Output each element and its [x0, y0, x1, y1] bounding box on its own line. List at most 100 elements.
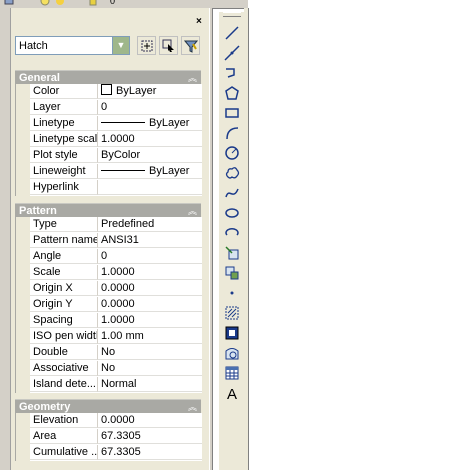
property-value[interactable]: ByColor: [98, 148, 202, 163]
property-row[interactable]: Type Predefined: [16, 217, 202, 233]
property-key: Spacing: [30, 313, 98, 328]
construction-line-icon[interactable]: [222, 44, 242, 63]
arc-icon[interactable]: [222, 124, 242, 143]
property-key: Double: [30, 345, 98, 360]
select-objects-button[interactable]: [159, 36, 178, 55]
property-row[interactable]: Linetype scale 1.0000: [16, 132, 202, 148]
region-icon[interactable]: [222, 344, 242, 363]
section-header-geometry[interactable]: Geometry ︽: [15, 399, 201, 413]
property-row[interactable]: Spacing 1.0000: [16, 313, 202, 329]
collapse-icon[interactable]: ︽: [188, 400, 197, 413]
property-value[interactable]: Predefined: [98, 217, 202, 232]
property-row[interactable]: Angle 0: [16, 249, 202, 265]
sun-icon[interactable]: [55, 0, 65, 6]
multiline-text-icon[interactable]: A: [222, 386, 242, 405]
property-key: Color: [30, 84, 98, 99]
line-icon[interactable]: [222, 24, 242, 43]
property-value-text: ByLayer: [149, 117, 190, 129]
property-value[interactable]: [98, 180, 202, 195]
property-row[interactable]: Origin Y 0.0000: [16, 297, 202, 313]
property-row[interactable]: Layer 0: [16, 100, 202, 116]
property-value[interactable]: 1.0000: [98, 265, 202, 280]
property-key: Island dete...: [30, 377, 98, 392]
section-header-general[interactable]: General ︽: [15, 70, 201, 84]
chevron-down-icon[interactable]: ▼: [112, 37, 129, 54]
property-value[interactable]: 0: [98, 100, 202, 115]
spline-icon[interactable]: [222, 184, 242, 203]
table-icon[interactable]: [222, 364, 242, 383]
palette-splitter[interactable]: [209, 8, 213, 470]
property-value[interactable]: ANSI31: [98, 233, 202, 248]
select-objects-icon: [162, 39, 174, 52]
collapse-icon[interactable]: ︽: [188, 71, 197, 84]
ellipse-arc-icon[interactable]: [222, 224, 242, 243]
linetype-sample: [101, 122, 145, 123]
property-row[interactable]: Scale 1.0000: [16, 265, 202, 281]
property-row[interactable]: Cumulative ... 67.3305: [16, 445, 202, 461]
property-row[interactable]: Elevation 0.0000: [16, 413, 202, 429]
property-value[interactable]: 1.0000: [98, 313, 202, 328]
gradient-icon[interactable]: [222, 324, 242, 343]
property-value[interactable]: ByLayer: [98, 164, 202, 179]
property-value[interactable]: 0.0000: [98, 297, 202, 312]
property-row[interactable]: ISO pen width 1.00 mm: [16, 329, 202, 345]
insert-block-icon[interactable]: [222, 244, 242, 263]
revision-cloud-icon[interactable]: [222, 164, 242, 183]
property-value[interactable]: 0.0000: [98, 413, 202, 428]
general-grid: Color ByLayer Layer 0 Linetype ByLayer Line…: [15, 84, 202, 196]
property-row[interactable]: Double No: [16, 345, 202, 361]
layers-icon[interactable]: [4, 0, 14, 6]
property-value[interactable]: No: [98, 361, 202, 376]
property-row[interactable]: Associative No: [16, 361, 202, 377]
property-key: Angle: [30, 249, 98, 264]
section-title: General: [19, 72, 60, 84]
point-icon[interactable]: [222, 284, 242, 303]
lock-icon[interactable]: [88, 0, 98, 6]
property-key: ISO pen width: [30, 329, 98, 344]
property-value[interactable]: 0: [98, 249, 202, 264]
property-value[interactable]: No: [98, 345, 202, 360]
palette-title-bar[interactable]: [0, 8, 11, 470]
property-value[interactable]: 1.0000: [98, 132, 202, 147]
property-value[interactable]: ByLayer: [98, 116, 202, 131]
section-title: Pattern: [19, 205, 57, 217]
property-row[interactable]: Color ByLayer: [16, 84, 202, 100]
property-key: Associative: [30, 361, 98, 376]
toolbar-grip[interactable]: [223, 12, 241, 17]
polygon-icon[interactable]: [222, 84, 242, 103]
lineweight-sample: [101, 170, 145, 171]
property-key: Layer: [30, 100, 98, 115]
object-type-select[interactable]: Hatch ▼: [15, 36, 130, 55]
property-value[interactable]: 67.3305: [98, 429, 202, 444]
circle-icon[interactable]: [222, 144, 242, 163]
property-row[interactable]: Lineweight ByLayer: [16, 164, 202, 180]
property-value[interactable]: 67.3305: [98, 445, 202, 460]
property-value[interactable]: 0.0000: [98, 281, 202, 296]
quick-select-button[interactable]: [181, 36, 200, 55]
toggle-pickadd-button[interactable]: [137, 36, 156, 55]
property-row[interactable]: Plot style ByColor: [16, 148, 202, 164]
quick-select-icon: [184, 40, 198, 53]
property-value[interactable]: Normal: [98, 377, 202, 392]
property-value[interactable]: 1.00 mm: [98, 329, 202, 344]
property-row[interactable]: Island dete... Normal: [16, 377, 202, 393]
close-icon[interactable]: ×: [196, 16, 202, 27]
property-row[interactable]: Linetype ByLayer: [16, 116, 202, 132]
property-key: Type: [30, 217, 98, 232]
hatch-icon[interactable]: [222, 304, 242, 323]
section-header-pattern[interactable]: Pattern ︽: [15, 203, 201, 217]
property-row[interactable]: Hyperlink: [16, 180, 202, 196]
rectangle-icon[interactable]: [222, 104, 242, 123]
ellipse-icon[interactable]: [222, 204, 242, 223]
lightbulb-icon[interactable]: [40, 0, 50, 6]
property-key: Origin X: [30, 281, 98, 296]
color-swatch: [101, 84, 112, 95]
property-row[interactable]: Origin X 0.0000: [16, 281, 202, 297]
property-row[interactable]: Pattern name ANSI31: [16, 233, 202, 249]
make-block-icon[interactable]: [222, 264, 242, 283]
property-row[interactable]: Area 67.3305: [16, 429, 202, 445]
collapse-icon[interactable]: ︽: [188, 204, 197, 217]
property-value[interactable]: ByLayer: [98, 84, 202, 99]
property-key: Area: [30, 429, 98, 444]
polyline-icon[interactable]: [222, 64, 242, 83]
